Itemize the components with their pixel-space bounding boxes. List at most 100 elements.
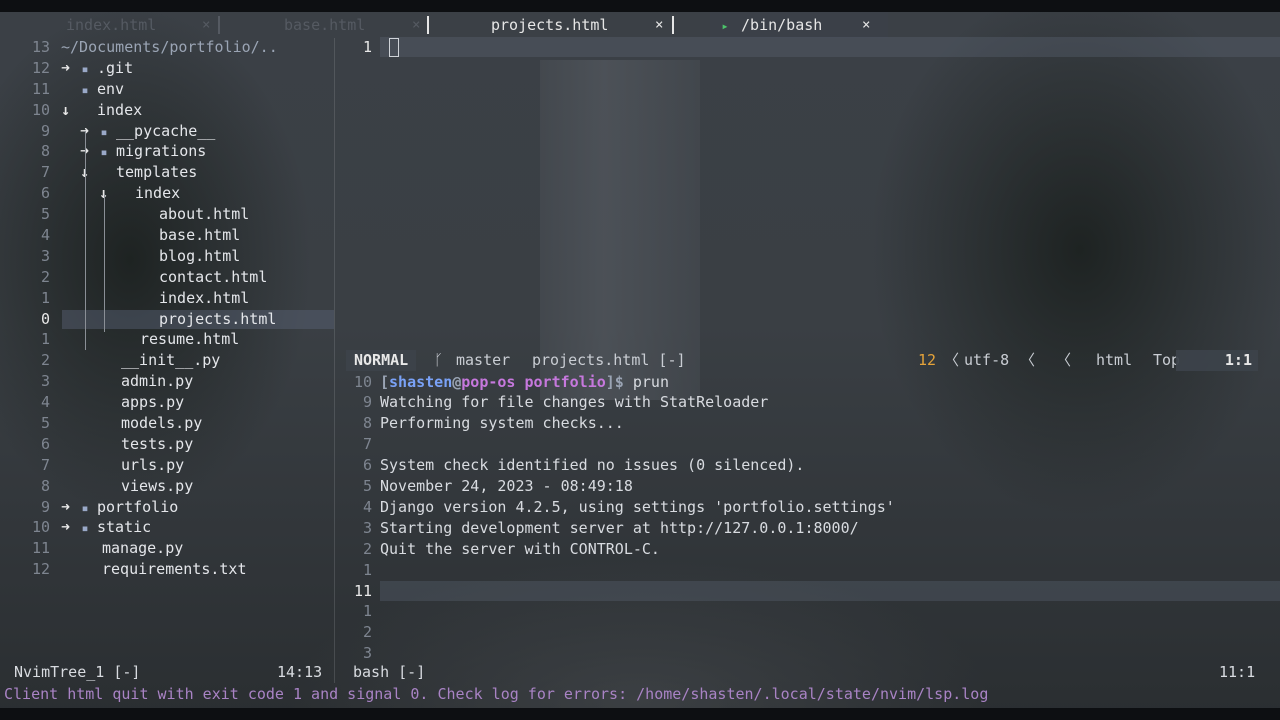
tree-item[interactable]: 7 urls.py [0,455,340,476]
tree-item[interactable]: 11 ▪ env [0,79,340,100]
chevron-right-icon: ➜ [80,121,96,142]
tree-item-label: base.html [159,226,241,245]
tree-item[interactable]: 5 about.html [0,204,340,225]
status-filename: projects.html [-] [532,351,686,369]
tree-item[interactable]: 6 tests.py [0,434,340,455]
tree-item[interactable]: 1 index.html [0,288,340,309]
tree-item[interactable]: 4 base.html [0,225,340,246]
tree-entry: models.py [80,413,202,434]
tree-item[interactable]: 12 ➜ ▪ .git [0,58,340,79]
tab-separator [218,16,220,34]
tree-entry: admin.py [80,371,193,392]
terminal-line: 7 [340,434,380,455]
tree-item[interactable]: 10 ↓ index [0,100,340,121]
line-number: 10 [31,100,50,119]
line-number: 1 [40,330,50,349]
tree-entry: ➜ ▪ portfolio [61,497,178,519]
tree-entry: ➜ ▪ static [61,517,151,539]
close-icon[interactable]: × [202,12,210,38]
tree-item-label: index [97,100,143,119]
tree-item[interactable]: 9 ➜ ▪ __pycache__ [0,121,340,142]
tree-item[interactable]: 8 ➜ ▪ migrations [0,141,340,162]
terminal-output: Starting development server at http://12… [380,518,859,537]
terminal-line: 1 [340,601,380,622]
tree-entry: ↓ index [99,183,180,204]
tree-item[interactable]: 7 ↓ templates [0,162,340,183]
editor-line[interactable]: 1 [340,37,400,58]
prompt-command: prun [632,372,669,391]
tab-label: index.html [66,16,157,34]
line-number: 1 [362,602,372,621]
terminal-line: 2 Quit the server with CONTROL-C. [340,539,660,560]
chevron-right-icon: ➜ [80,141,96,162]
tree-item[interactable]: 0 projects.html [0,309,340,330]
line-number: 3 [362,518,372,537]
tab-base-html[interactable]: base.html × [270,12,420,38]
folder-icon: ▪ [81,521,89,536]
tree-item-label: views.py [121,476,194,495]
tree-root[interactable]: 13 ~/Documents/portfolio/.. [0,37,340,58]
tree-item[interactable]: 6 ↓ index [0,183,340,204]
tree-item-label: migrations [116,142,207,161]
tree-item[interactable]: 3 admin.py [0,371,340,392]
close-icon[interactable]: × [862,12,870,38]
tree-entry: contact.html [118,267,267,288]
tree-window-name: NvimTree_1 [-] [14,663,141,681]
terminal-line: 3 [340,643,380,664]
chevron-left-icon: 〈 [1056,351,1072,369]
line-number: 5 [40,205,50,224]
chevron-down-icon: ↓ [99,183,115,204]
line-number: 11 [31,79,50,98]
tree-item[interactable]: 12 requirements.txt [0,559,340,580]
line-number: 4 [362,497,372,516]
tree-item[interactable]: 11 manage.py [0,538,340,559]
line-number: 1 [362,560,372,579]
line-number: 7 [362,435,372,454]
tree-item-label: portfolio [97,497,179,516]
tree-item-label: tests.py [121,434,194,453]
line-number: 2 [40,351,50,370]
close-icon[interactable]: × [655,12,663,38]
terminal-window-position: 11:1 [1219,663,1256,681]
tree-item[interactable]: 4 apps.py [0,392,340,413]
tree-entry: ➜ ▪ __pycache__ [80,121,215,143]
line-number: 10 [353,372,372,391]
tree-item[interactable]: 3 blog.html [0,246,340,267]
line-number: 1 [362,38,372,56]
line-number: 8 [40,142,50,161]
line-number: 3 [40,372,50,391]
tab-projects-html[interactable]: projects.html × [477,12,663,38]
tab-label: /bin/bash [741,16,823,34]
tree-item[interactable]: 2 contact.html [0,267,340,288]
tree-item[interactable]: 1 resume.html [0,329,340,350]
line-number: 8 [362,414,372,433]
tree-item[interactable]: 8 views.py [0,476,340,497]
indent-guide [104,194,105,332]
terminal-line: 5 November 24, 2023 - 08:49:18 [340,476,633,497]
tree-item[interactable]: 2 __init__.py [0,350,340,371]
tree-item[interactable]: 5 models.py [0,413,340,434]
terminal-line: 4 Django version 4.2.5, using settings 'p… [340,497,895,518]
filetype: html [1096,351,1133,369]
chevron-left-icon: 〈 [944,351,960,369]
tree-item-label: apps.py [121,393,185,412]
tree-entry: views.py [80,476,193,497]
statusline: NORMAL ᚴ master projects.html [-] 12 〈 u… [340,350,1258,371]
line-number: 2 [362,623,372,642]
tree-item-label: __init__.py [121,351,221,370]
tab-index-html[interactable]: index.html × [52,12,210,38]
line-number: 7 [40,455,50,474]
bottom-border [0,708,1280,720]
tree-entry: projects.html [118,309,276,330]
terminal-output: Django version 4.2.5, using settings 'po… [380,497,895,516]
tab-bin-bash[interactable]: ▸ /bin/bash × [710,12,888,38]
tree-item-label: models.py [121,414,203,433]
line-number: 2 [362,539,372,558]
line-number: 9 [40,121,50,140]
tree-entry: ▪ env [61,79,124,101]
close-icon[interactable]: × [412,12,420,38]
git-branch: master [456,351,511,369]
terminal-line: 1 [340,560,380,581]
tree-item[interactable]: 10 ➜ ▪ static [0,517,340,538]
tree-item[interactable]: 9 ➜ ▪ portfolio [0,497,340,518]
